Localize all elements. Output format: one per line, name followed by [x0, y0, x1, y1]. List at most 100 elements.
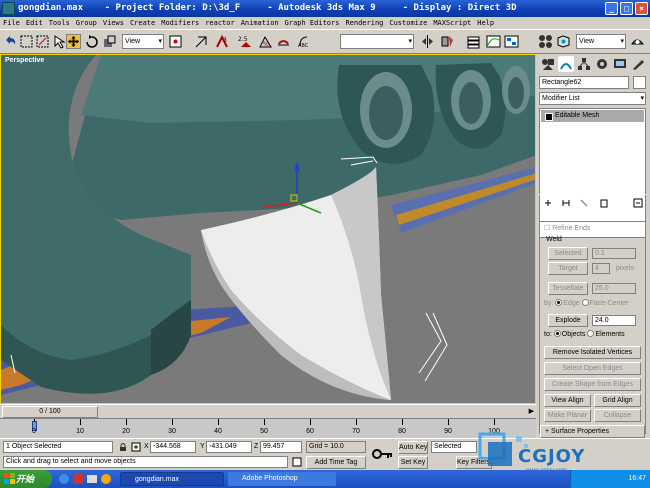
tessellate-button[interactable]: Tessellate	[548, 282, 588, 295]
quick-render-icon[interactable]	[630, 34, 645, 49]
layer-manager-icon[interactable]	[466, 34, 481, 49]
explode-angle-spinner[interactable]: 24.0	[592, 315, 636, 326]
grid-align-button[interactable]: Grid Align	[594, 394, 641, 407]
configure-modifier-sets-icon[interactable]	[633, 198, 643, 208]
time-tag-icon[interactable]	[292, 457, 302, 467]
hierarchy-tab-icon[interactable]	[576, 56, 592, 72]
quicklaunch-media-icon[interactable]	[100, 473, 112, 485]
weld-threshold-spinner[interactable]: 0.1	[592, 248, 636, 259]
auto-key-button[interactable]: Auto Key	[398, 441, 428, 454]
explode-button[interactable]: Explode	[548, 314, 588, 327]
track-bar[interactable]: 0 10 20 30 40 50 60 70 80 90 100	[0, 418, 536, 438]
collapse-button[interactable]: Collapse	[594, 409, 641, 422]
z-coordinate-field[interactable]: 99.457	[260, 441, 302, 453]
mirror-icon[interactable]	[420, 34, 435, 49]
percent-snap-icon[interactable]: %	[258, 34, 273, 49]
reference-coordinate-select[interactable]: View	[122, 34, 164, 49]
edge-radio[interactable]	[555, 299, 563, 306]
set-key-icon[interactable]	[372, 447, 394, 461]
modify-tab-icon[interactable]	[558, 56, 574, 72]
modifier-stack[interactable]: Editable Mesh	[539, 108, 646, 238]
weld-target-button[interactable]: Target	[548, 262, 588, 275]
show-end-result-icon[interactable]	[561, 198, 571, 208]
angle-snap-icon[interactable]: 2.5	[238, 34, 253, 49]
spinner-snap-icon[interactable]	[276, 34, 291, 49]
taskbar-item-3dsmax[interactable]: gongdian.max	[120, 472, 224, 486]
render-type-select[interactable]: View	[576, 34, 626, 49]
select-rotate-icon[interactable]	[84, 34, 99, 49]
select-scale-icon[interactable]	[102, 34, 117, 49]
add-time-tag-button[interactable]: Add Time Tag	[306, 456, 366, 469]
menu-animation[interactable]: Animation	[241, 17, 279, 29]
face-center-radio[interactable]	[581, 299, 589, 306]
menu-tools[interactable]: Tools	[49, 17, 70, 29]
menu-file[interactable]: File	[3, 17, 20, 29]
menu-rendering[interactable]: Rendering	[345, 17, 383, 29]
select-link-icon[interactable]	[19, 34, 34, 49]
quicklaunch-desktop-icon[interactable]	[86, 473, 98, 485]
title-bar[interactable]: gongdian.max - Project Folder: D:\3d_F -…	[0, 0, 650, 17]
schematic-view-icon[interactable]	[504, 34, 519, 49]
pin-stack-icon[interactable]	[543, 198, 553, 208]
key-mode-select[interactable]: Selected	[431, 441, 477, 453]
utilities-tab-icon[interactable]	[630, 56, 646, 72]
pivot-center-icon[interactable]	[168, 34, 183, 49]
edit-named-selection-icon[interactable]: ABC	[296, 34, 311, 49]
elements-radio[interactable]	[587, 330, 595, 337]
undo-icon[interactable]	[3, 34, 18, 49]
weld-selected-button[interactable]: Selected	[548, 247, 588, 260]
quicklaunch-icon[interactable]	[72, 473, 84, 485]
object-name-field[interactable]: Rectangle62	[539, 76, 629, 89]
x-coordinate-field[interactable]: -344.568	[150, 441, 196, 453]
absolute-mode-icon[interactable]	[131, 442, 141, 452]
remove-isolated-vertices-button[interactable]: Remove Isolated Vertices	[544, 346, 641, 359]
menu-group[interactable]: Group	[76, 17, 97, 29]
taskbar-item-photoshop[interactable]: Adobe Photoshop	[228, 472, 336, 486]
menu-views[interactable]: Views	[103, 17, 124, 29]
refine-ends-checkbox[interactable]: ☐ Refine Ends	[544, 224, 590, 232]
lock-selection-icon[interactable]	[118, 442, 128, 452]
create-tab-icon[interactable]	[540, 56, 556, 72]
select-move-icon[interactable]	[66, 34, 81, 49]
select-open-edges-button[interactable]: Select Open Edges	[544, 362, 641, 375]
render-setup-icon[interactable]	[556, 34, 571, 49]
stack-item-editable-mesh[interactable]: Editable Mesh	[541, 110, 644, 122]
maximize-button[interactable]: □	[620, 2, 633, 15]
remove-modifier-icon[interactable]	[599, 198, 609, 208]
make-unique-icon[interactable]	[579, 198, 589, 208]
view-align-button[interactable]: View Align	[544, 394, 591, 407]
curve-editor-icon[interactable]	[486, 34, 501, 49]
time-slider-thumb[interactable]: 0 / 100	[2, 406, 98, 418]
target-pixels-spinner[interactable]: 4	[592, 263, 610, 274]
align-icon[interactable]	[440, 34, 455, 49]
display-tab-icon[interactable]	[612, 56, 628, 72]
select-manipulate-icon[interactable]	[194, 34, 209, 49]
y-coordinate-field[interactable]: -431.049	[206, 441, 252, 453]
unlink-icon[interactable]	[35, 34, 50, 49]
objects-radio[interactable]	[553, 330, 561, 337]
set-key-button[interactable]: Set Key	[398, 456, 428, 469]
viewport-label[interactable]: Perspective	[5, 57, 44, 64]
close-button[interactable]: ×	[635, 2, 648, 15]
quicklaunch-ie-icon[interactable]	[58, 473, 70, 485]
material-editor-icon[interactable]	[538, 34, 553, 49]
app-icon[interactable]	[2, 2, 15, 15]
menu-graph-editors[interactable]: Graph Editors	[285, 17, 340, 29]
perspective-viewport[interactable]: Perspective	[0, 54, 536, 404]
minimize-button[interactable]: _	[605, 2, 618, 15]
menu-edit[interactable]: Edit	[26, 17, 43, 29]
named-selection-set-select[interactable]	[340, 34, 414, 49]
create-shape-from-edges-button[interactable]: Create Shape from Edges	[544, 378, 641, 391]
modifier-list-dropdown[interactable]: Modifier List ▾	[539, 92, 646, 105]
tessellate-tension-spinner[interactable]: 25.0	[592, 283, 636, 294]
menu-help[interactable]: Help	[477, 17, 494, 29]
snap-toggle-icon[interactable]: 3	[214, 34, 229, 49]
time-slider-arrow-icon[interactable]: ▶	[529, 407, 534, 415]
menu-maxscript[interactable]: MAXScript	[433, 17, 471, 29]
time-slider[interactable]: 0 / 100 ▶	[0, 404, 536, 418]
clock[interactable]: 16:47	[628, 475, 646, 482]
object-color-swatch[interactable]	[633, 76, 646, 89]
menu-modifiers[interactable]: Modifiers	[161, 17, 199, 29]
menu-customize[interactable]: Customize	[389, 17, 427, 29]
make-planar-button[interactable]: Make Planar	[544, 409, 591, 422]
